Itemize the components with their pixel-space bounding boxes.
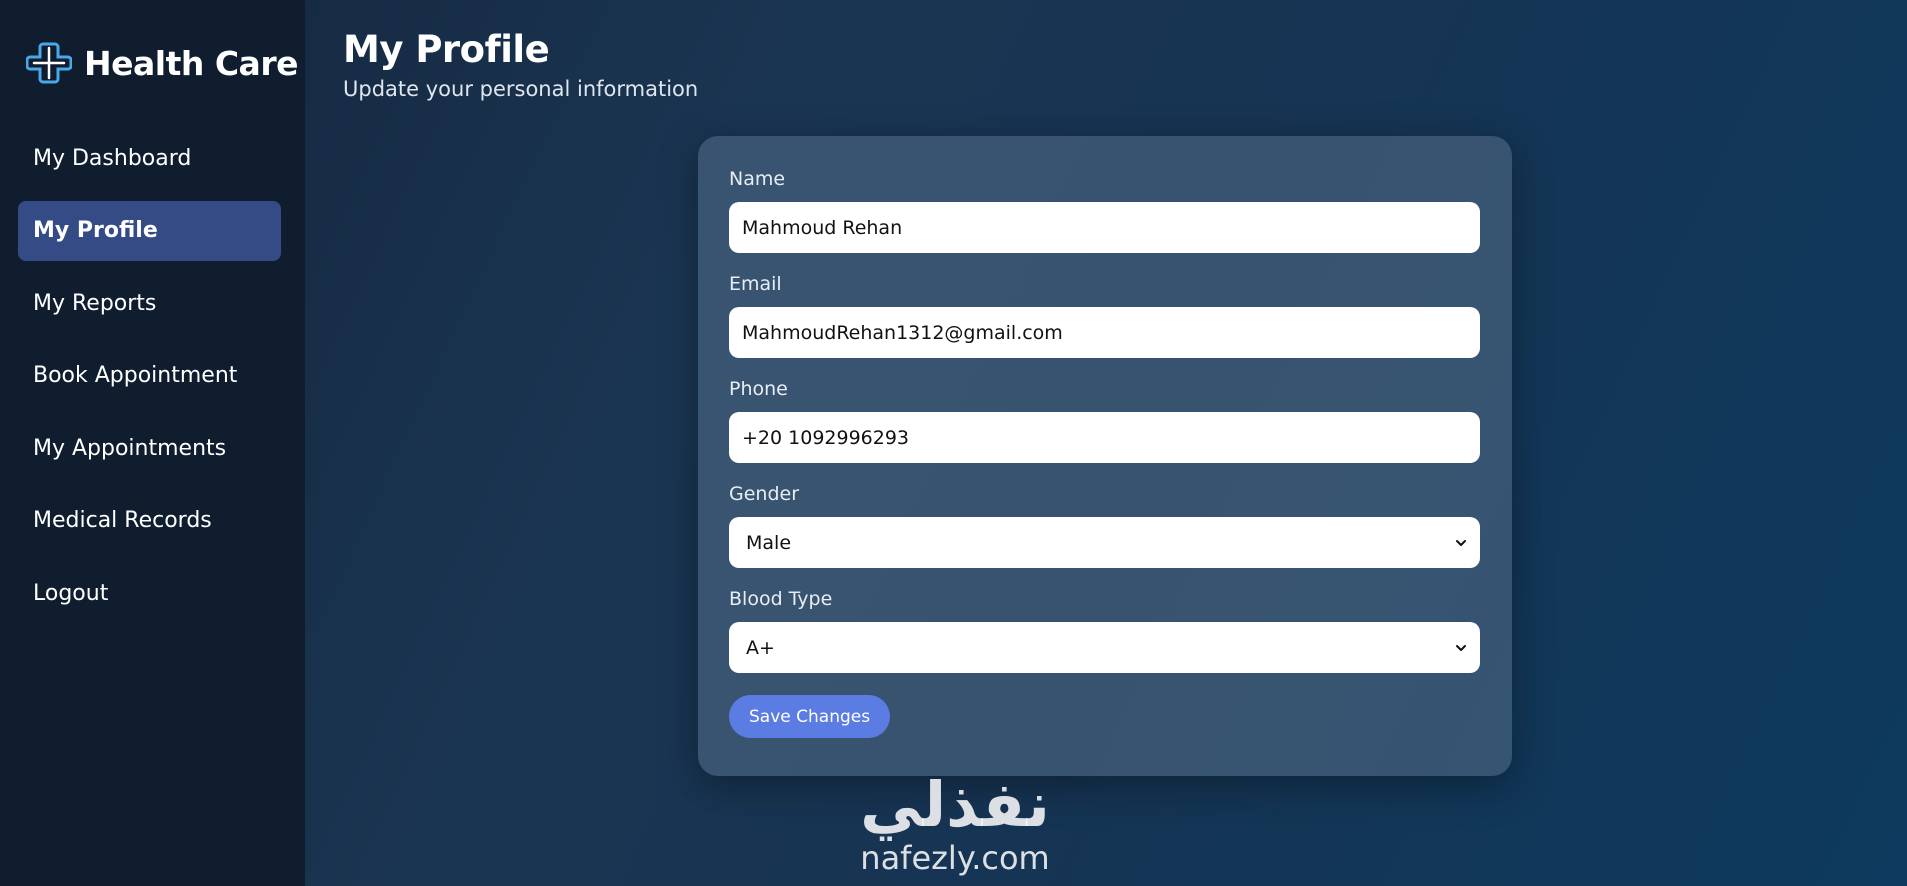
email-field-group: Email (729, 273, 1480, 358)
blood-type-label: Blood Type (729, 588, 833, 610)
name-input[interactable] (729, 202, 1480, 253)
email-input[interactable] (729, 307, 1480, 358)
phone-field-group: Phone (729, 378, 1480, 463)
sidebar-item-profile[interactable]: My Profile (18, 200, 281, 261)
brand[interactable]: Health Care (26, 40, 298, 86)
profile-card: Name Email Phone Gender Male Blood Type … (698, 136, 1512, 776)
medical-cross-icon (26, 42, 72, 84)
gender-select[interactable]: Male (729, 517, 1480, 568)
page-subtitle: Update your personal information (343, 77, 699, 101)
gender-field-group: Gender Male (729, 483, 1480, 568)
sidebar-item-book-appointment[interactable]: Book Appointment (18, 346, 281, 406)
gender-selected-value: Male (746, 531, 792, 554)
page-title: My Profile (343, 28, 550, 71)
watermark-logo: نفذلي nafezly.com (840, 770, 1070, 886)
chevron-down-icon (1456, 539, 1466, 546)
sidebar-item-dashboard[interactable]: My Dashboard (18, 128, 281, 188)
profile-form: Name Email Phone Gender Male Blood Type … (729, 168, 1480, 738)
chevron-down-icon (1456, 644, 1466, 651)
sidebar-item-appointments[interactable]: My Appointments (18, 418, 281, 478)
gender-label: Gender (729, 483, 800, 505)
name-label: Name (729, 168, 786, 190)
name-field-group: Name (729, 168, 1480, 253)
sidebar: Health Care My Dashboard My Profile My R… (0, 0, 305, 886)
watermark-arabic-text: نفذلي (860, 768, 1050, 841)
sidebar-item-medical-records[interactable]: Medical Records (18, 491, 281, 551)
app-name: Health Care (84, 43, 298, 83)
sidebar-item-logout[interactable]: Logout (18, 563, 281, 623)
email-label: Email (729, 273, 782, 295)
blood-type-selected-value: A+ (746, 636, 775, 659)
blood-type-field-group: Blood Type A+ (729, 588, 1480, 673)
sidebar-nav: My Dashboard My Profile My Reports Book … (18, 128, 281, 636)
watermark-latin-text: nafezly.com (860, 839, 1050, 877)
sidebar-item-reports[interactable]: My Reports (18, 273, 281, 333)
phone-label: Phone (729, 378, 788, 400)
phone-input[interactable] (729, 412, 1480, 463)
blood-type-select[interactable]: A+ (729, 622, 1480, 673)
save-changes-button[interactable]: Save Changes (729, 695, 891, 738)
